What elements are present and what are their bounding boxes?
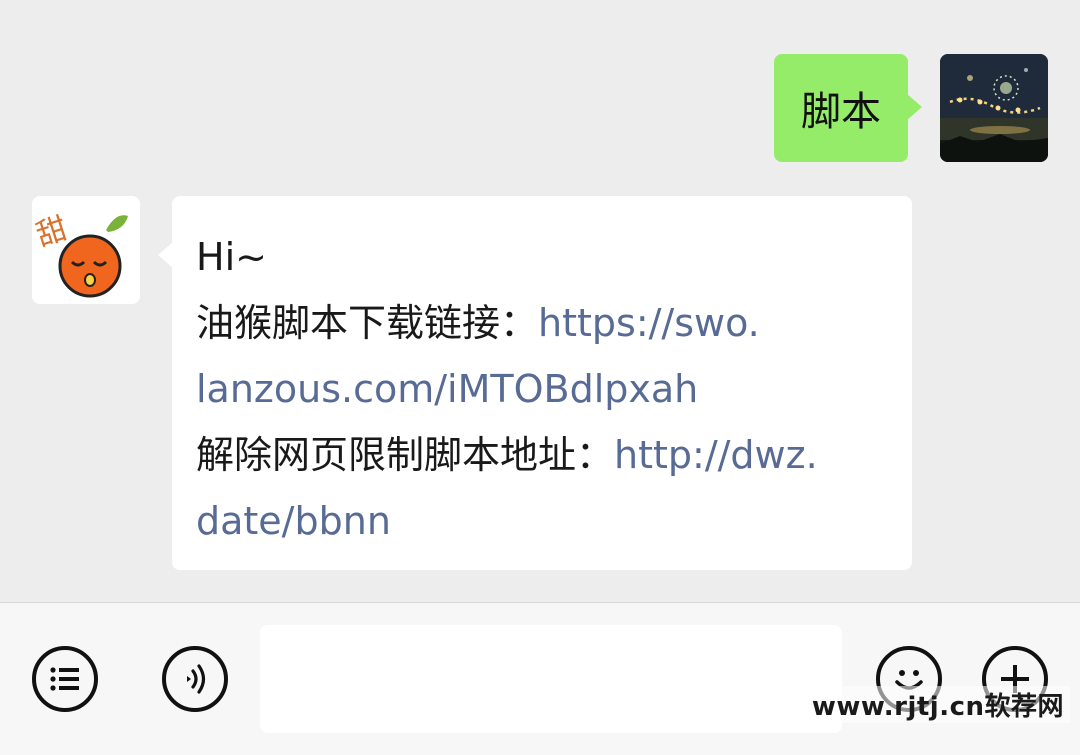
voice-icon <box>187 664 206 694</box>
tampermonkey-link-part2[interactable]: lanzous.com/iMTOBdlpxah <box>196 367 698 411</box>
greeting-text: Hi~ <box>196 235 267 279</box>
message-line-greeting: Hi~ <box>196 224 912 290</box>
self-avatar[interactable] <box>940 54 1048 162</box>
message-line-unlock-cont: date/bbnn <box>196 488 912 554</box>
menu-button[interactable] <box>32 646 98 712</box>
fireworks-avatar-image <box>940 54 1048 162</box>
chat-area: 脚本 甜 Hi~ 油猴脚本下载链接：https://swo. lanzous.c… <box>0 0 1080 602</box>
message-line-tampermonkey-cont: lanzous.com/iMTOBdlpxah <box>196 356 912 422</box>
voice-button[interactable] <box>162 646 228 712</box>
watermark: www.rjtj.cn软荐网 <box>805 686 1070 723</box>
sender-avatar[interactable]: 甜 <box>32 196 140 304</box>
orange-logo-icon: 甜 <box>32 196 140 304</box>
tampermonkey-label: 油猴脚本下载链接： <box>196 301 539 345</box>
unlock-script-label: 解除网页限制脚本地址： <box>196 433 615 477</box>
message-line-tampermonkey: 油猴脚本下载链接：https://swo. <box>196 290 912 356</box>
tampermonkey-link-part1[interactable]: https://swo. <box>538 301 760 345</box>
chat-input-bar: www.rjtj.cn软荐网 <box>0 602 1080 755</box>
unlock-script-link-part1[interactable]: http://dwz. <box>614 433 818 477</box>
unlock-script-link-part2[interactable]: date/bbnn <box>196 499 391 543</box>
message-input[interactable] <box>260 625 842 733</box>
self-message-bubble[interactable]: 脚本 <box>774 54 922 162</box>
message-line-unlock: 解除网页限制脚本地址：http://dwz. <box>196 422 912 488</box>
list-menu-icon <box>50 667 79 691</box>
received-message-bubble[interactable]: Hi~ 油猴脚本下载链接：https://swo. lanzous.com/iM… <box>158 196 912 570</box>
self-message-text: 脚本 <box>801 89 881 135</box>
